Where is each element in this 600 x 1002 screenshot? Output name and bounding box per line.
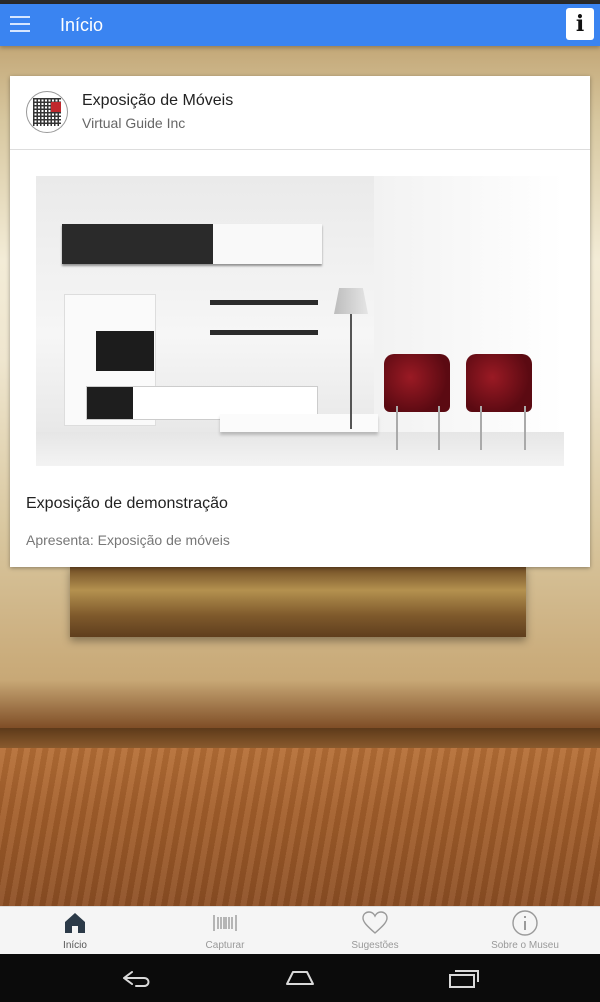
exhibition-card[interactable]: Exposição de Móveis Virtual Guide Inc Ex…: [10, 76, 590, 567]
photo-wall-cabinet: [62, 224, 322, 264]
photo-window-light: [374, 176, 564, 466]
nav-item-sugestoes[interactable]: Sugestões: [300, 907, 450, 955]
background-wood-floor: [0, 748, 600, 906]
nav-label: Capturar: [205, 940, 245, 951]
back-icon[interactable]: [120, 966, 154, 990]
heart-icon: [361, 909, 389, 937]
info-icon: i: [575, 11, 585, 37]
page-title: Início: [60, 15, 104, 35]
card-body-text: Apresenta: Exposição de móveis: [26, 532, 230, 548]
photo-shelf: [210, 300, 318, 305]
nav-label: Sobre o Museu: [491, 940, 559, 951]
nav-item-sobre-o-museu[interactable]: Sobre o Museu: [450, 907, 600, 955]
nav-label: Início: [63, 940, 87, 951]
photo-armchair: [466, 354, 532, 412]
info-button[interactable]: i: [566, 8, 594, 40]
card-title: Exposição de Móveis: [82, 92, 234, 109]
photo-floor: [36, 432, 564, 466]
photo-shelf: [210, 330, 318, 335]
background-picture-frame: [70, 565, 526, 637]
menu-icon[interactable]: [10, 14, 30, 34]
bottom-navigation: Início Capturar Sugestões Sobre o Museu: [0, 906, 600, 955]
info-circle-icon: [511, 909, 539, 937]
background-wall-trim: [0, 728, 600, 748]
exhibition-photo[interactable]: [36, 176, 564, 466]
system-navigation-bar: [0, 954, 600, 1002]
card-header: Exposição de Móveis Virtual Guide Inc: [10, 76, 590, 150]
nav-item-inicio[interactable]: Início: [0, 907, 150, 955]
photo-lamp-shade: [334, 288, 368, 314]
qr-logo-avatar: [26, 91, 68, 133]
barcode-icon: [211, 909, 239, 937]
app-bar: Início i: [0, 4, 600, 46]
nav-label: Sugestões: [351, 940, 399, 951]
home-icon: [61, 909, 89, 937]
photo-coffee-table: [220, 414, 378, 432]
photo-lamp-pole: [350, 314, 352, 429]
recents-icon[interactable]: [446, 966, 480, 990]
card-body-title: Exposição de demonstração: [26, 495, 228, 512]
home-icon[interactable]: [283, 966, 317, 990]
card-subtitle: Virtual Guide Inc: [82, 115, 186, 131]
photo-tv: [96, 331, 154, 371]
nav-item-capturar[interactable]: Capturar: [150, 907, 300, 955]
photo-armchair: [384, 354, 450, 412]
